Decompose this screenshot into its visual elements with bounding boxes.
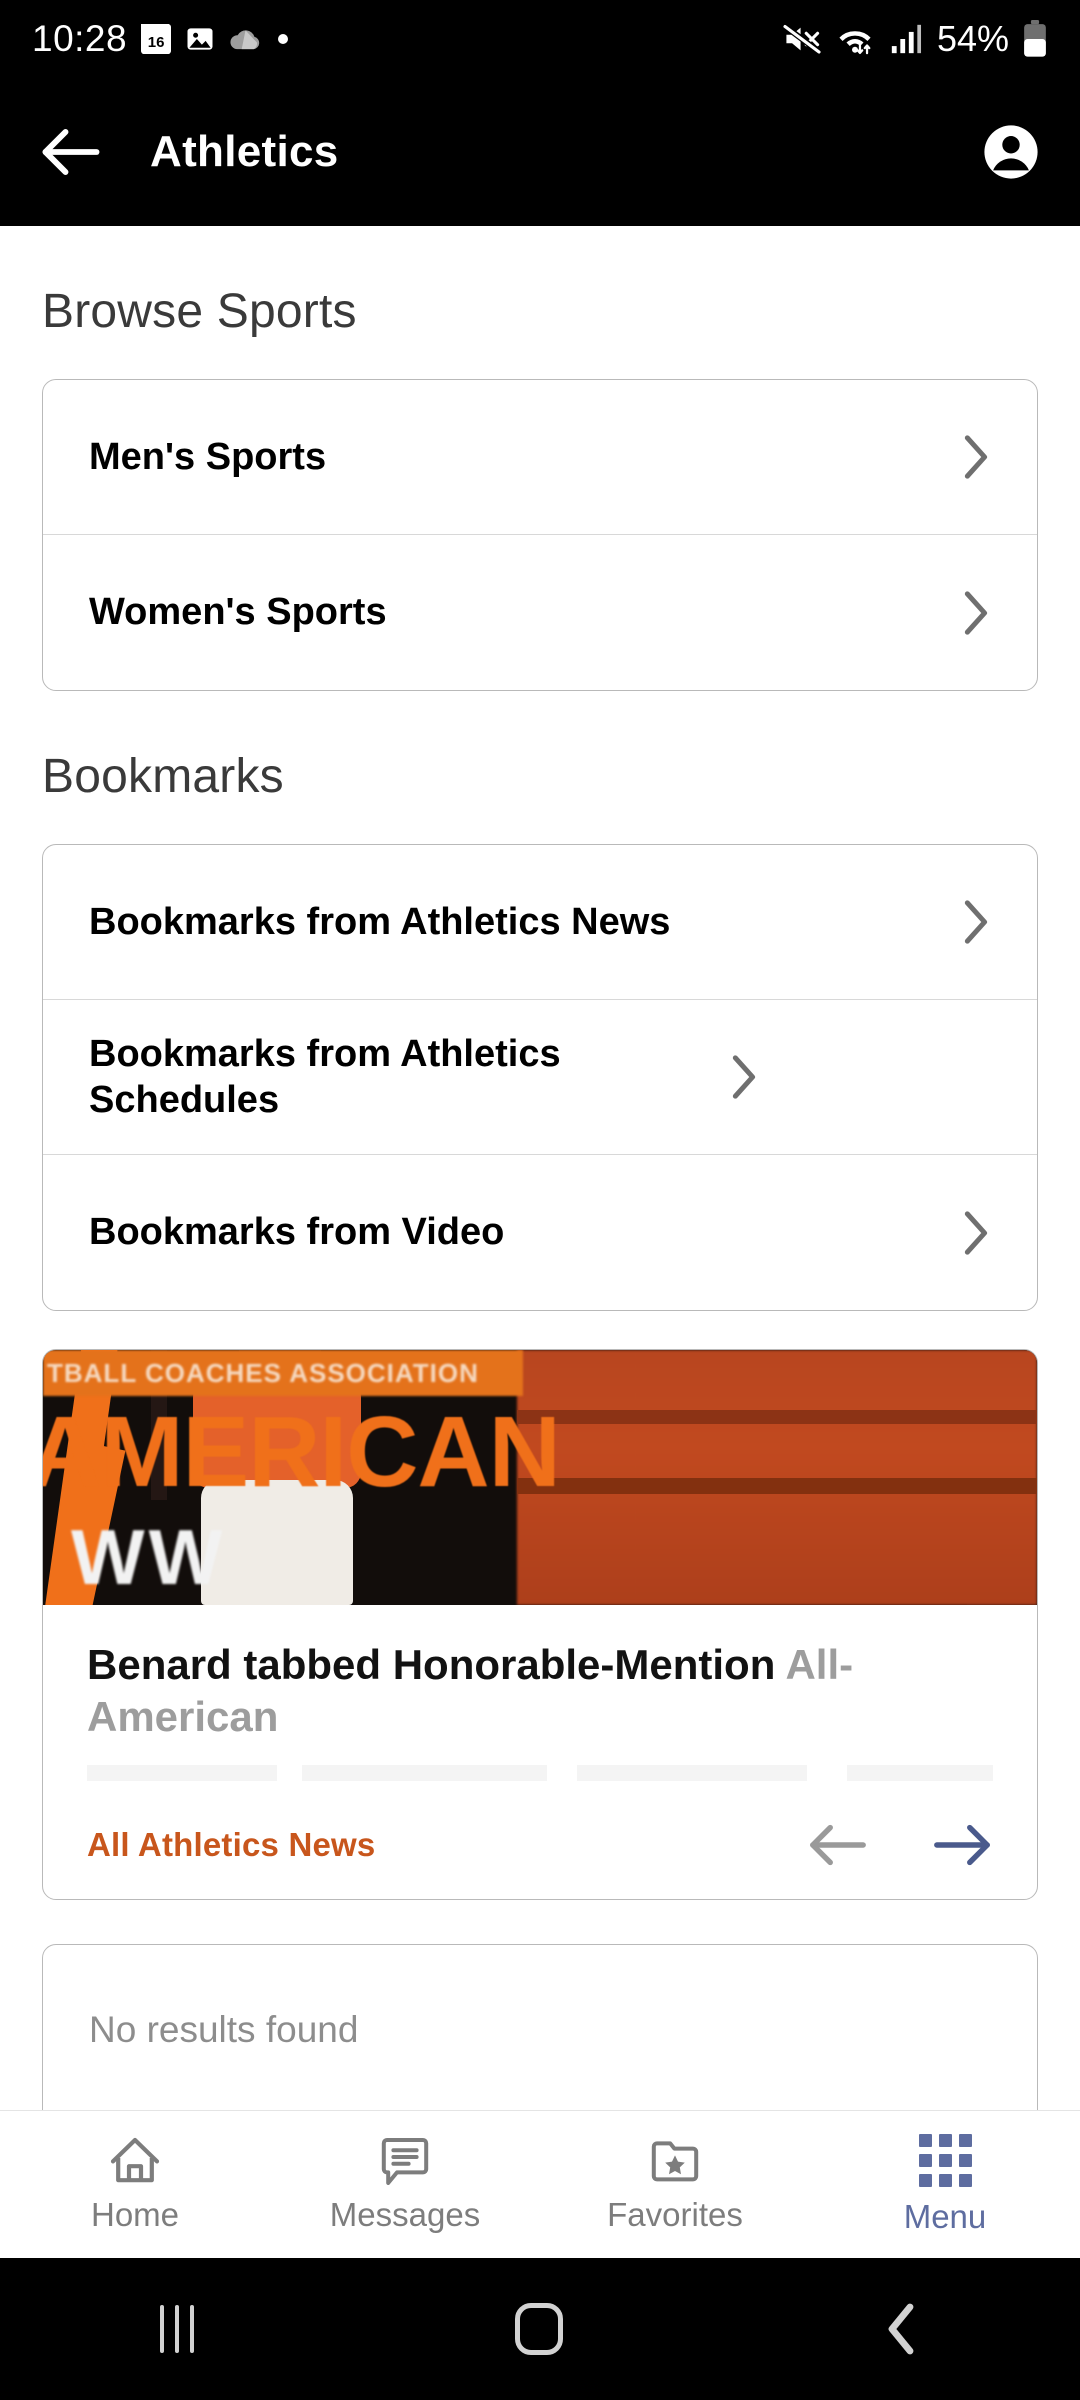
- favorites-folder-star-icon: [651, 2141, 699, 2182]
- battery-percent-label: 54%: [936, 18, 1009, 59]
- android-navigation-bar: [0, 2258, 1080, 2400]
- sidebar-item-mens-sports[interactable]: Men's Sports: [43, 380, 1037, 535]
- chevron-right-icon: [732, 1055, 756, 1099]
- tab-label: Home: [90, 2196, 180, 2233]
- back-button-icon[interactable]: [884, 2303, 920, 2355]
- tab-label: Favorites: [607, 2196, 743, 2233]
- dot-icon: [278, 34, 289, 44]
- bookmarks-card: Bookmarks from Athletics News Bookmarks …: [42, 844, 1038, 1311]
- chevron-right-icon: [964, 590, 988, 635]
- chevron-right-icon: [964, 1210, 988, 1255]
- bottom-tab-bar: Home Messages Favorites Menu: [0, 2110, 1080, 2258]
- status-bar-clock: 10:28: [32, 18, 128, 59]
- list-item-label: Men's Sports: [89, 435, 327, 478]
- recents-button-icon[interactable]: [160, 2305, 195, 2353]
- cloud-icon: [230, 30, 260, 50]
- image-banner-main-text: AMERICAN: [43, 1396, 561, 1508]
- mute-icon: [783, 23, 821, 55]
- no-results-message: No results found: [89, 2009, 359, 2051]
- chevron-right-icon: [964, 900, 988, 944]
- list-item-bookmarks-athletics-schedules[interactable]: Bookmarks from Athletics Schedules: [43, 1000, 1037, 1155]
- phone-screen: 10:28 16 54% Athletics Browse Sports Men…: [0, 0, 1080, 2400]
- list-item-bookmarks-athletics-news[interactable]: Bookmarks from Athletics News: [43, 845, 1037, 1000]
- news-card-footer: All Athletics News: [87, 1821, 993, 1869]
- signal-icon: [891, 24, 921, 54]
- image-icon: [187, 28, 213, 50]
- image-banner-top-text: TBALL COACHES ASSOCIATION: [43, 1350, 523, 1396]
- tab-favorites[interactable]: Favorites: [540, 2135, 810, 2234]
- browse-sports-heading: Browse Sports: [42, 285, 357, 338]
- status-bar-left: 10:28 16: [32, 18, 290, 60]
- home-button-icon[interactable]: [514, 2303, 563, 2355]
- browse-sports-card: Men's Sports Women's Sports: [42, 379, 1038, 691]
- list-item-label: Bookmarks from Video: [89, 1211, 505, 1254]
- news-card[interactable]: TBALL COACHES ASSOCIATION AMERICAN WW Be…: [42, 1349, 1038, 1901]
- account-icon[interactable]: [982, 123, 1040, 181]
- sidebar-item-womens-sports[interactable]: Women's Sports: [43, 535, 1037, 690]
- tab-home[interactable]: Home: [0, 2135, 270, 2234]
- chevron-right-icon: [964, 435, 988, 479]
- wifi-icon: [839, 31, 871, 55]
- grid-menu-icon: [918, 2133, 972, 2187]
- tab-messages[interactable]: Messages: [270, 2135, 540, 2234]
- battery-icon: [1024, 20, 1046, 57]
- news-thumbnail-image: TBALL COACHES ASSOCIATION AMERICAN WW: [43, 1350, 1037, 1605]
- all-athletics-news-link[interactable]: All Athletics News: [87, 1826, 375, 1864]
- status-bar-right: 54%: [782, 18, 1048, 60]
- image-banner-lower-text: WW: [71, 1513, 227, 1601]
- news-carousel-controls: [807, 1821, 993, 1869]
- bookmarks-heading: Bookmarks: [42, 750, 284, 803]
- app-bar: Athletics: [0, 78, 1080, 226]
- image-bench-line-1: [517, 1410, 1037, 1424]
- list-item-bookmarks-video[interactable]: Bookmarks from Video: [43, 1155, 1037, 1310]
- image-bench-line-2: [517, 1478, 1037, 1494]
- arrow-right-icon[interactable]: [931, 1821, 993, 1869]
- arrow-left-icon[interactable]: [807, 1821, 869, 1869]
- tab-menu[interactable]: Menu: [810, 2133, 1080, 2236]
- page-title: Athletics: [150, 127, 339, 176]
- news-card-body: Benard tabbed Honorable-Mention All-Amer…: [43, 1605, 1037, 1899]
- messages-icon: [381, 2138, 429, 2185]
- tab-label: Messages: [329, 2196, 481, 2233]
- status-bar: 10:28 16 54%: [0, 0, 1080, 78]
- home-icon: [110, 2137, 160, 2183]
- news-headline: Benard tabbed Honorable-Mention All-Amer…: [87, 1639, 993, 1743]
- list-item-label: Women's Sports: [89, 591, 387, 634]
- list-item-label: Bookmarks from Athletics News: [89, 900, 671, 943]
- calendar-day-number: 16: [147, 34, 165, 51]
- news-headline-main: Benard tabbed Honorable-Mention: [87, 1641, 786, 1688]
- calendar-icon: 16: [141, 24, 172, 54]
- back-arrow-icon[interactable]: [40, 127, 102, 177]
- content-scroll-area[interactable]: Browse Sports Men's Sports Women's Sport…: [0, 226, 1080, 2168]
- news-summary-placeholder: [87, 1765, 993, 1782]
- tab-label: Menu: [903, 2197, 987, 2235]
- list-item-label: Bookmarks from Athletics Schedules: [89, 1032, 561, 1121]
